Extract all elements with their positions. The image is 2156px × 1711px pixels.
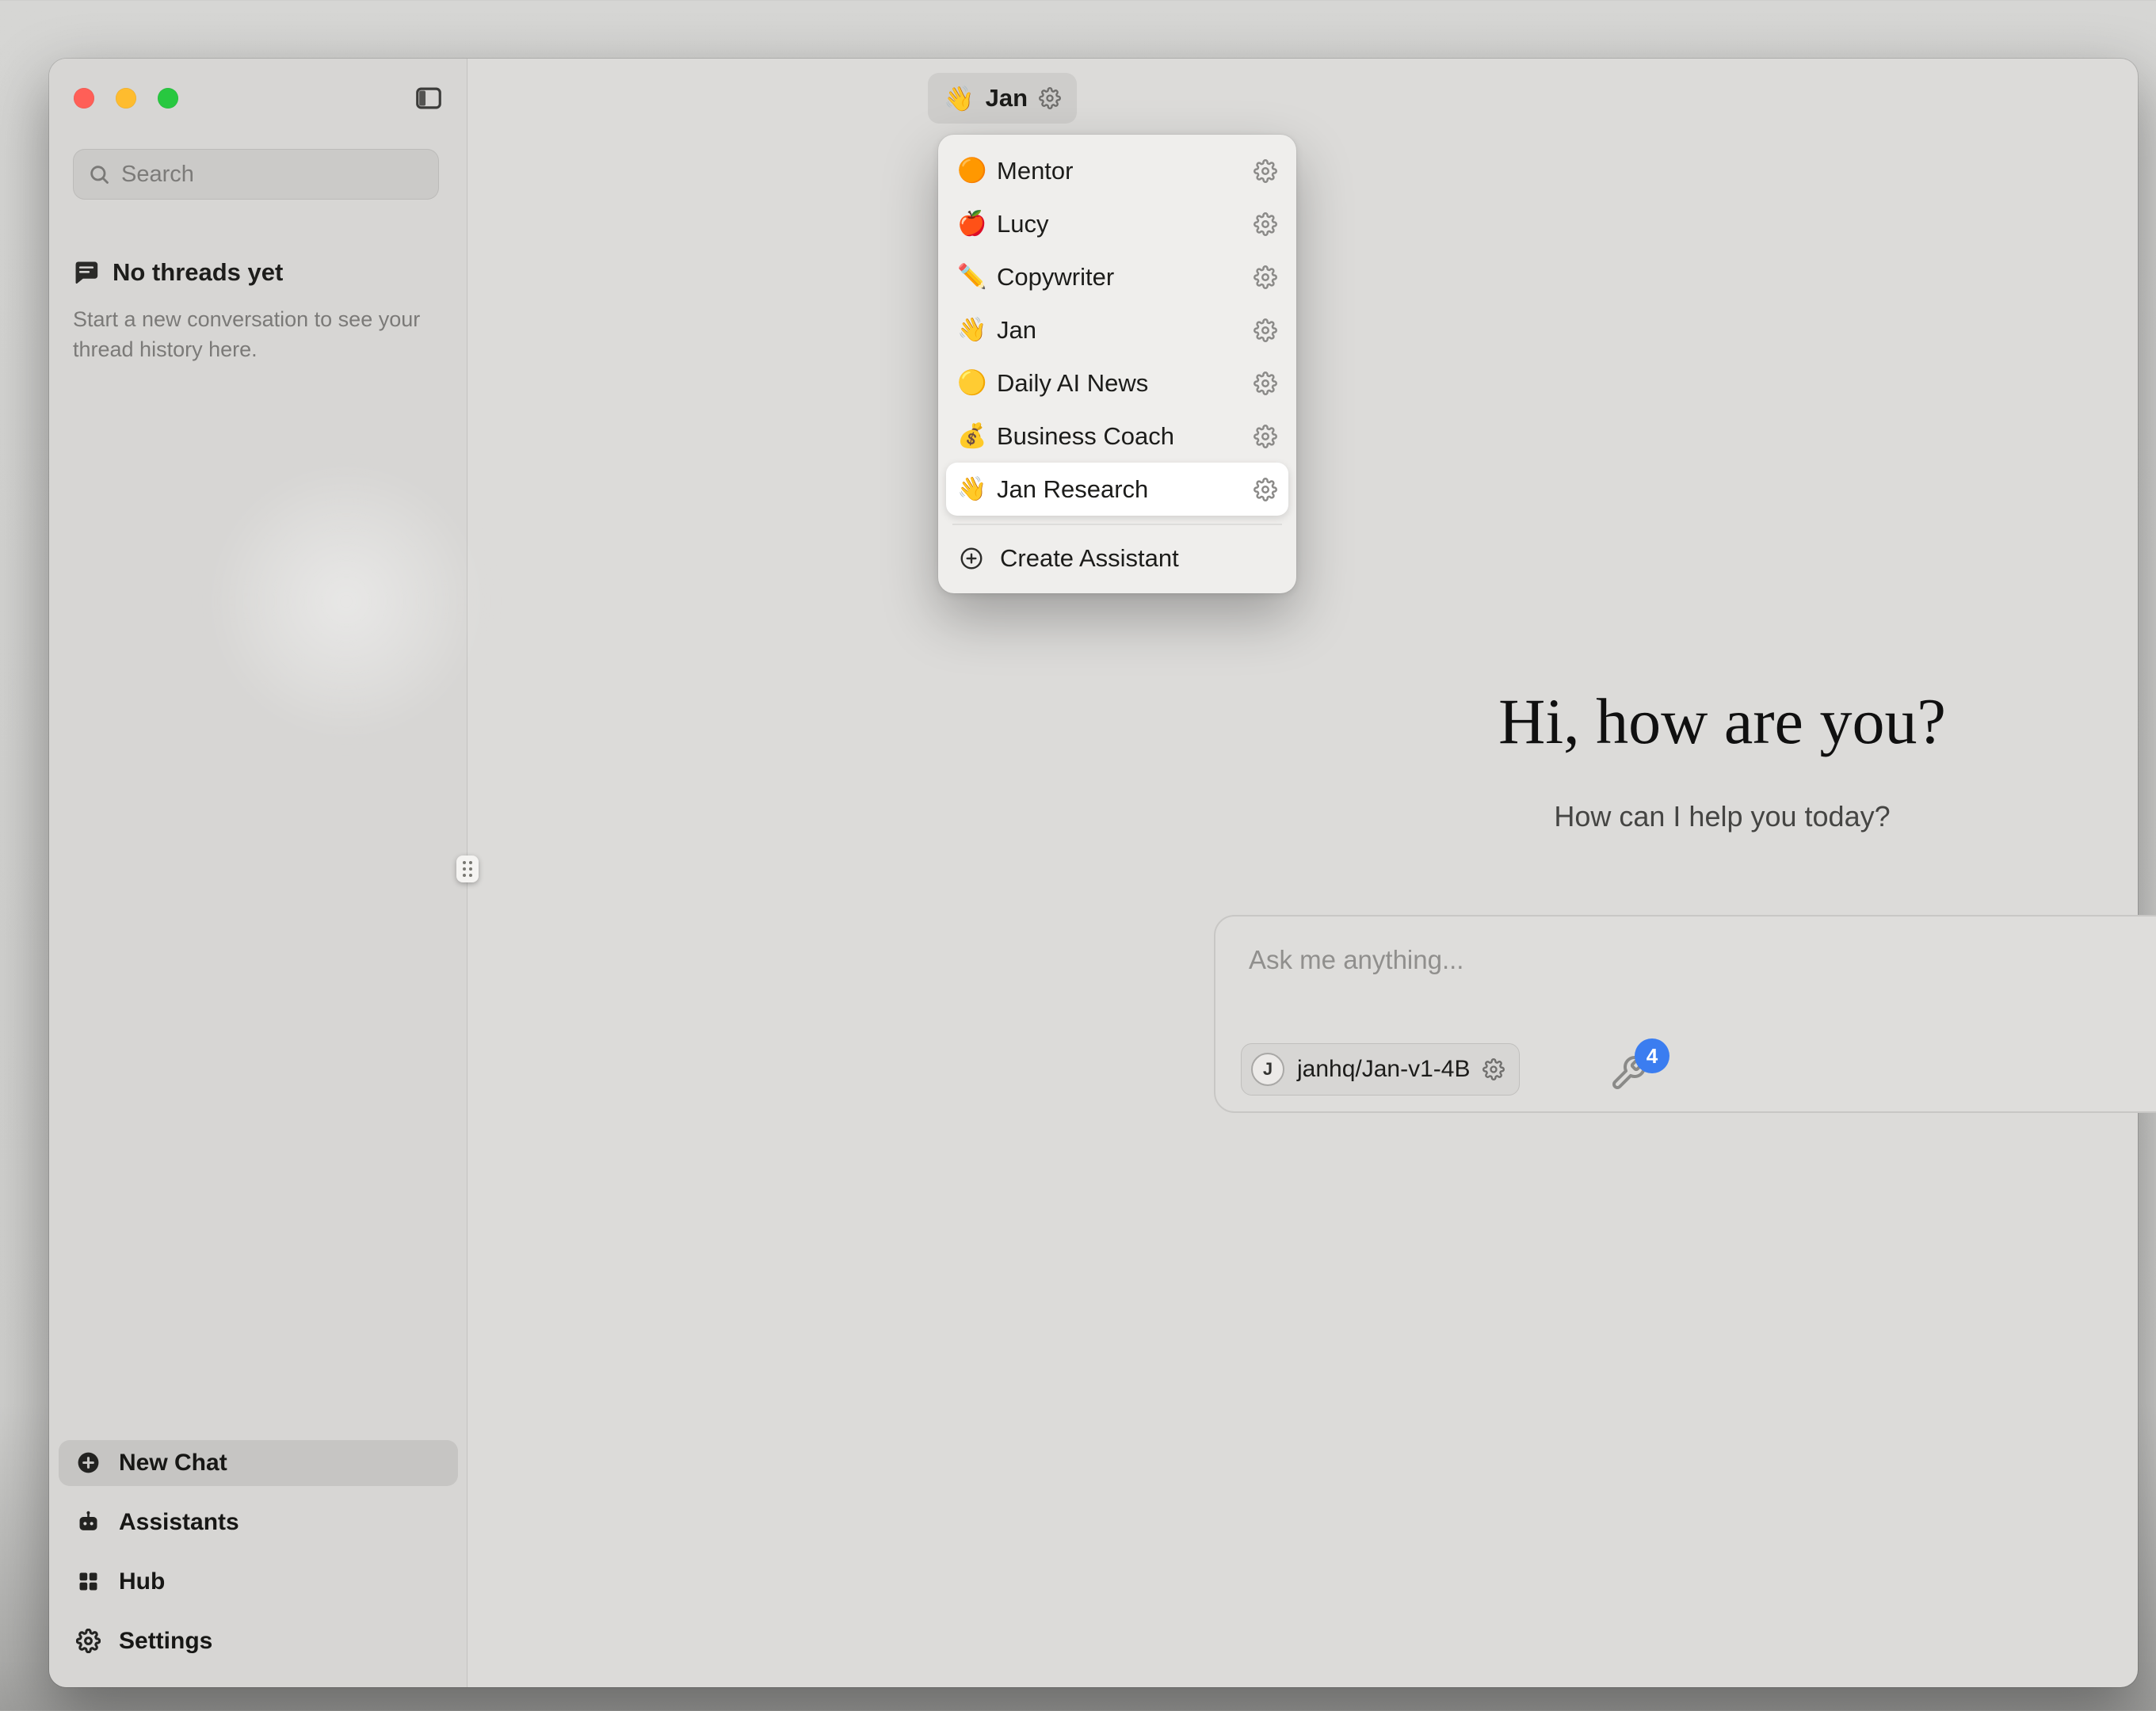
gear-icon[interactable] xyxy=(1254,478,1277,501)
tools-count-badge: 4 xyxy=(1635,1038,1669,1073)
app-window: No threads yet Start a new conversation … xyxy=(49,59,2138,1687)
gear-icon[interactable] xyxy=(1254,372,1277,395)
sidebar-item-assistants[interactable]: Assistants xyxy=(59,1500,458,1545)
model-selector-button[interactable]: J janhq/Jan-v1-4B xyxy=(1241,1043,1520,1096)
plus-circle-icon xyxy=(76,1450,101,1476)
greeting-subtitle: How can I help you today? xyxy=(887,800,2156,833)
menu-item-jan-research[interactable]: 👋 Jan Research xyxy=(946,463,1288,516)
model-avatar: J xyxy=(1251,1053,1284,1086)
search-input[interactable] xyxy=(121,162,424,188)
plus-circle-outline-icon xyxy=(959,546,984,571)
zoom-window-button[interactable] xyxy=(158,88,178,109)
assistant-emoji: 👋 xyxy=(944,84,975,113)
menu-item-label: Jan xyxy=(997,316,1254,345)
settings-gear-icon xyxy=(76,1629,101,1654)
gear-icon[interactable] xyxy=(1254,212,1277,236)
sidebar-item-hub[interactable]: Hub xyxy=(59,1559,458,1605)
model-settings-gear-icon[interactable] xyxy=(1482,1058,1505,1080)
assistants-label: Assistants xyxy=(119,1509,239,1536)
tools-button[interactable]: 4 xyxy=(1609,1040,1696,1111)
chat-bubble-icon xyxy=(73,259,100,286)
hub-icon xyxy=(76,1569,101,1595)
gear-icon[interactable] xyxy=(1254,265,1277,289)
chat-input[interactable] xyxy=(1249,945,2156,975)
gear-icon[interactable] xyxy=(1254,159,1277,183)
empty-state-title: No threads yet xyxy=(113,258,283,287)
sidebar-item-settings[interactable]: Settings xyxy=(59,1618,458,1664)
daily-ai-news-emoji-icon: 🟡 xyxy=(957,369,994,397)
jan-emoji-icon: 👋 xyxy=(957,316,994,344)
model-name: janhq/Jan-v1-4B xyxy=(1297,1056,1470,1083)
search-box xyxy=(73,149,439,200)
menu-item-daily-ai-news[interactable]: 🟡 Daily AI News xyxy=(946,356,1288,410)
sidebar-toggle-icon xyxy=(414,83,444,113)
gear-icon[interactable] xyxy=(1254,318,1277,342)
menu-item-label: Jan Research xyxy=(997,475,1254,504)
window-controls xyxy=(74,88,178,109)
close-window-button[interactable] xyxy=(74,88,94,109)
copywriter-emoji-icon: ✏️ xyxy=(957,263,994,291)
hub-label: Hub xyxy=(119,1568,165,1595)
assistant-dropdown-menu: 🟠 Mentor 🍎 Lucy ✏️ Copywriter 👋 Jan 🟡 xyxy=(938,135,1296,593)
menu-item-mentor[interactable]: 🟠 Mentor xyxy=(946,144,1288,197)
mentor-emoji-icon: 🟠 xyxy=(957,157,994,185)
create-assistant-button[interactable]: Create Assistant xyxy=(946,533,1288,584)
sidebar: No threads yet Start a new conversation … xyxy=(49,59,467,1687)
new-chat-button[interactable]: New Chat xyxy=(59,1440,458,1486)
empty-state-description: Start a new conversation to see your thr… xyxy=(73,304,422,365)
assistant-selector-button[interactable]: 👋 Jan xyxy=(928,73,1077,124)
chat-composer: J janhq/Jan-v1-4B 4 xyxy=(1214,915,2156,1113)
gear-icon[interactable] xyxy=(1254,425,1277,448)
menu-item-label: Lucy xyxy=(997,210,1254,238)
menu-item-jan[interactable]: 👋 Jan xyxy=(946,303,1288,356)
sidebar-resize-handle[interactable] xyxy=(456,856,479,882)
menu-item-label: Copywriter xyxy=(997,263,1254,292)
menu-divider xyxy=(952,524,1282,525)
threads-empty-state: No threads yet Start a new conversation … xyxy=(73,258,431,365)
create-assistant-label: Create Assistant xyxy=(1000,544,1179,573)
lucy-emoji-icon: 🍎 xyxy=(957,210,994,238)
assistant-settings-gear-icon[interactable] xyxy=(1039,87,1061,109)
sidebar-toggle-button[interactable] xyxy=(410,81,447,116)
search-icon xyxy=(88,163,110,185)
settings-label: Settings xyxy=(119,1628,212,1655)
menu-item-copywriter[interactable]: ✏️ Copywriter xyxy=(946,250,1288,303)
menu-item-label: Mentor xyxy=(997,157,1254,185)
jan-research-emoji-icon: 👋 xyxy=(957,475,994,503)
assistant-name: Jan xyxy=(986,84,1028,112)
new-chat-label: New Chat xyxy=(119,1450,227,1477)
main-area: 👋 Jan 🟠 Mentor 🍎 Lucy ✏️ Copywriter 👋 xyxy=(468,59,2138,1687)
menu-item-lucy[interactable]: 🍎 Lucy xyxy=(946,197,1288,250)
sidebar-nav: New Chat Assistants Hub Settings xyxy=(59,1440,458,1664)
menu-item-label: Business Coach xyxy=(997,422,1254,451)
business-coach-emoji-icon: 💰 xyxy=(957,422,994,450)
assistants-icon xyxy=(76,1510,101,1535)
menu-item-label: Daily AI News xyxy=(997,369,1254,398)
minimize-window-button[interactable] xyxy=(116,88,136,109)
sidebar-decorative-blob xyxy=(212,467,481,736)
greeting-heading: Hi, how are you? xyxy=(887,684,2156,759)
menu-item-business-coach[interactable]: 💰 Business Coach xyxy=(946,410,1288,463)
